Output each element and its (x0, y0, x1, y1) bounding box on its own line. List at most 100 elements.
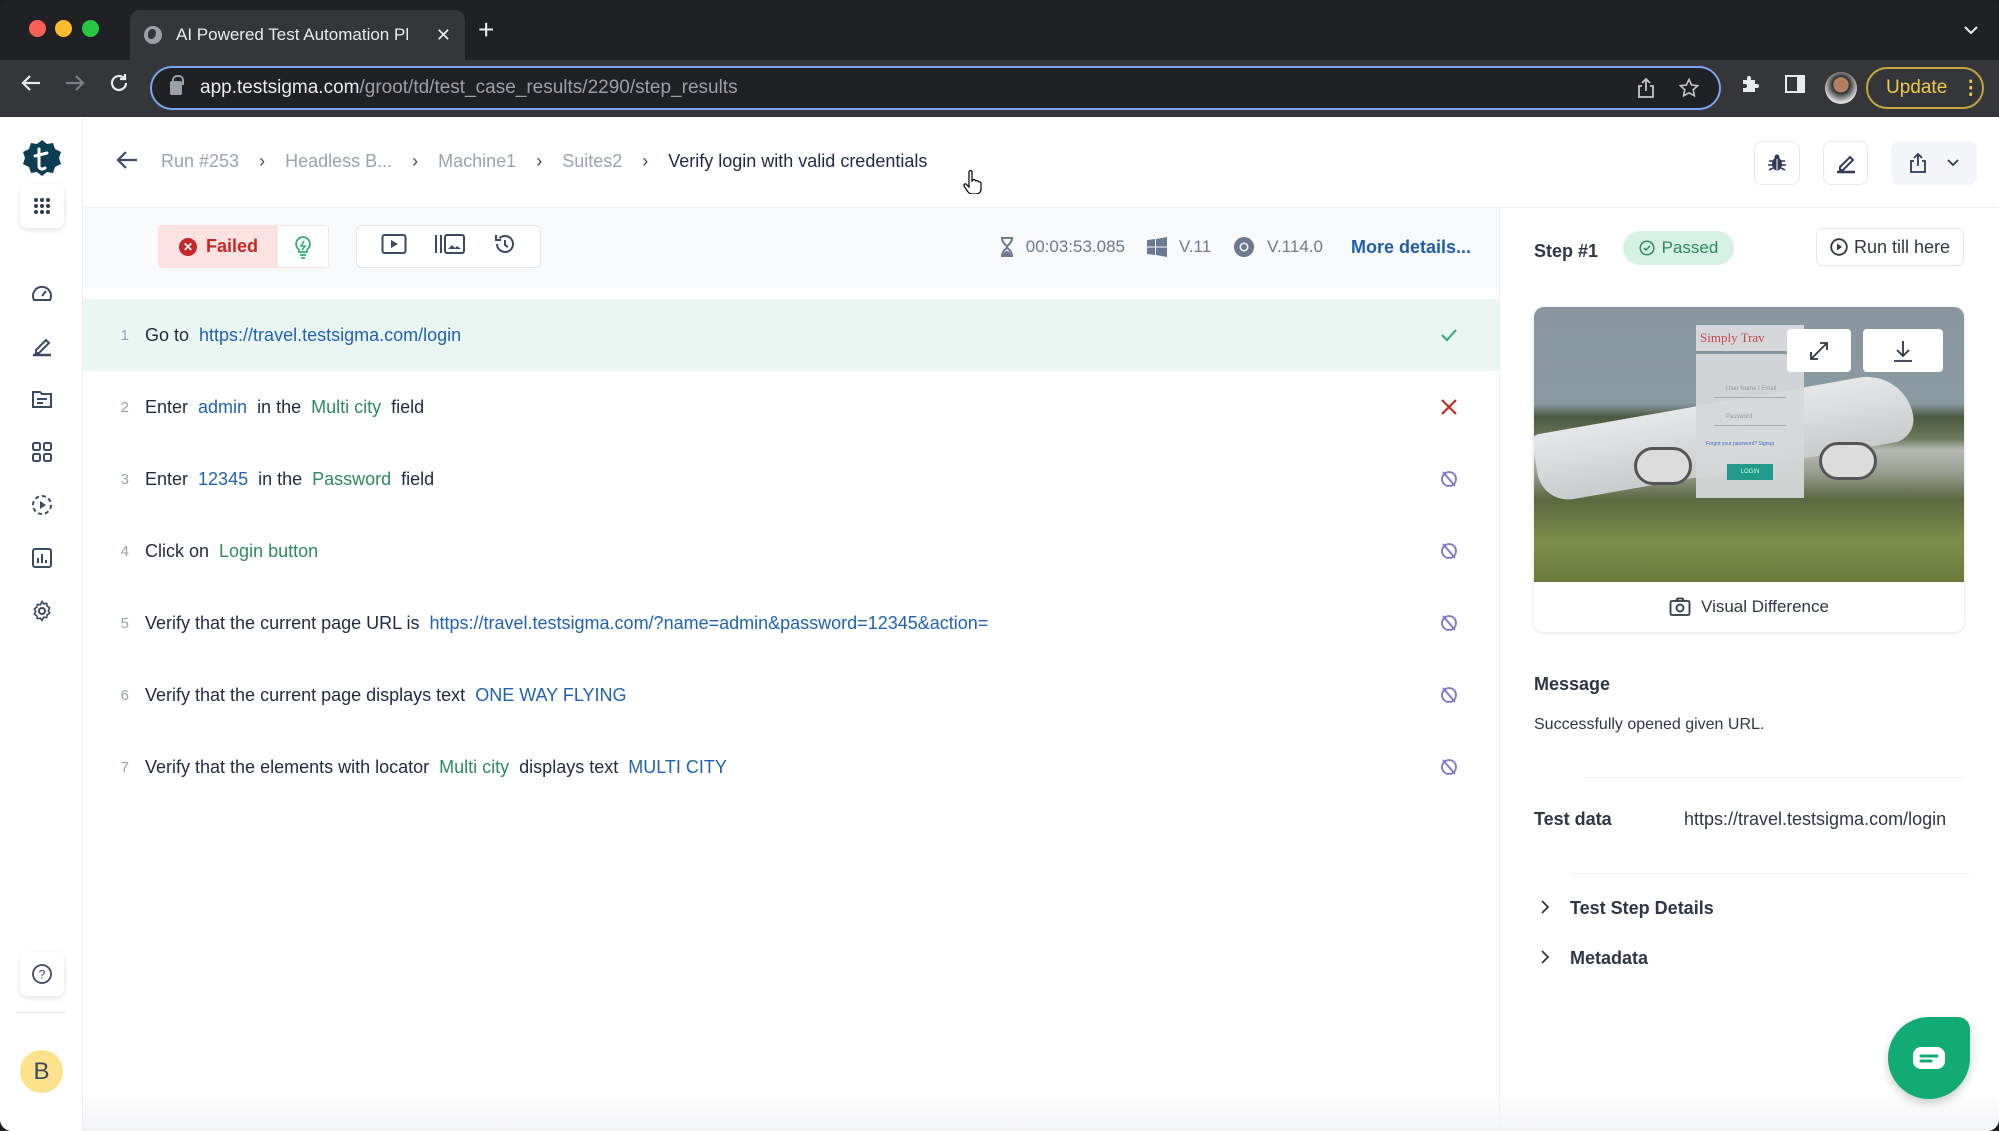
back-icon[interactable] (20, 72, 42, 102)
step-test-data[interactable]: MULTI CITY (628, 757, 727, 778)
testsigma-logo-icon[interactable] (22, 139, 62, 179)
sidebar-item-test-data[interactable] (20, 377, 64, 421)
report-bug-button[interactable] (1754, 141, 1800, 185)
profile-avatar[interactable] (1825, 72, 1857, 104)
lock-icon (170, 75, 184, 95)
chevron-right-icon: › (259, 151, 266, 171)
user-avatar[interactable]: B (20, 1050, 63, 1093)
sidebar-item-runs[interactable] (20, 483, 64, 527)
chat-support-button[interactable] (1888, 1017, 1970, 1099)
ai-insights-button[interactable] (278, 226, 329, 267)
bookmark-star-icon[interactable] (1678, 77, 1700, 104)
sidebar-item-reports[interactable] (20, 536, 64, 580)
step-test-data[interactable]: 12345 (198, 469, 248, 490)
x-circle-icon: ✕ (179, 237, 197, 256)
test-step-row[interactable]: 1 Go to https://travel.testsigma.com/login (83, 299, 1499, 371)
sidebar-item-apps[interactable] (20, 184, 64, 228)
update-button[interactable]: Update ⋮ (1866, 67, 1984, 109)
result-status-group: ✕ Failed (158, 225, 330, 268)
chevron-right-icon: › (642, 151, 649, 171)
step-test-data[interactable]: https://travel.testsigma.com/?name=admin… (429, 613, 988, 634)
sidebar-item-modules[interactable] (20, 430, 64, 474)
step-action-text: field (391, 396, 425, 417)
run-play-icon (32, 495, 52, 515)
side-panel-icon[interactable] (1785, 74, 1805, 100)
breadcrumb-suite[interactable]: Suites2 (562, 151, 622, 172)
maximize-window-button[interactable] (82, 20, 99, 37)
run-till-here-button[interactable]: Run till here (1816, 228, 1964, 266)
result-toolbar: ✕ Failed 00:03:53.085 V.11 V.114.0 More … (83, 208, 1499, 288)
pencil-icon (33, 338, 51, 357)
visual-difference-label: Visual Difference (1701, 597, 1829, 616)
test-step-row[interactable]: 7 Verify that the elements with locator Mu… (83, 731, 1499, 803)
step-element[interactable]: Multi city (311, 397, 381, 418)
run-till-here-label: Run till here (1853, 236, 1951, 257)
step-test-data[interactable]: ONE WAY FLYING (475, 685, 626, 706)
testsigma-app: ? B Run #253 › Headless B... › Machine1 … (0, 117, 1999, 1131)
reload-icon[interactable] (108, 72, 130, 102)
minimize-window-button[interactable] (55, 20, 72, 37)
breadcrumb-environment[interactable]: Headless B... (285, 151, 392, 172)
video-play-icon[interactable] (381, 233, 407, 260)
sidebar-item-create-tests[interactable] (20, 324, 64, 368)
failed-status-badge[interactable]: ✕ Failed (159, 226, 279, 267)
test-step-row[interactable]: 3 Enter 12345 in the Password field (83, 443, 1499, 515)
address-bar[interactable]: app.testsigma.com/groot/td/test_case_res… (150, 66, 1721, 110)
more-details-link[interactable]: More details... (1351, 237, 1471, 258)
step-test-data[interactable]: admin (198, 397, 247, 418)
download-screenshot-button[interactable] (1863, 329, 1943, 372)
history-icon[interactable] (493, 232, 517, 261)
step-status-label: Passed (1661, 238, 1719, 257)
breadcrumb: Run #253 › Headless B... › Machine1 › Su… (161, 151, 927, 172)
sidebar-item-settings[interactable] (20, 589, 64, 633)
step-action-text: field (401, 468, 435, 489)
step-element[interactable]: Multi city (439, 757, 509, 778)
check-circle-icon (1639, 240, 1655, 256)
test-step-row[interactable]: 2 Enter admin in the Multi city field (83, 371, 1499, 443)
failed-label: Failed (206, 236, 259, 256)
back-arrow-icon[interactable] (115, 147, 139, 178)
help-button[interactable]: ? (20, 952, 64, 996)
step-element[interactable]: Password (312, 469, 391, 490)
close-tab-icon[interactable]: ✕ (436, 25, 451, 46)
tab-search-chevron-icon[interactable] (1963, 22, 1979, 40)
step-element[interactable]: Login button (219, 541, 318, 562)
sidebar-divider (16, 1012, 66, 1013)
forward-icon[interactable] (64, 72, 86, 102)
test-data-label: Test data (1534, 809, 1612, 829)
new-tab-button[interactable]: + (478, 16, 494, 44)
update-label: Update (1886, 77, 1948, 98)
extensions-puzzle-icon[interactable] (1740, 74, 1760, 100)
hand-cursor-icon (963, 169, 983, 200)
screenshots-gallery-icon[interactable] (434, 233, 466, 260)
bar-chart-icon (32, 548, 52, 568)
breadcrumb-run[interactable]: Run #253 (161, 151, 239, 172)
visual-difference-button[interactable]: Visual Difference (1534, 582, 1964, 632)
test-step-row[interactable]: 4 Click on Login button (83, 515, 1499, 587)
edit-test-case-button[interactable] (1823, 141, 1868, 185)
share-icon[interactable] (1637, 77, 1655, 104)
chevron-down-icon (1947, 159, 1959, 167)
browser-tab[interactable]: AI Powered Test Automation Pl ✕ (130, 10, 465, 60)
test-step-row[interactable]: 5 Verify that the current page URL is http… (83, 587, 1499, 659)
step-action-text: Go to (145, 324, 190, 345)
chevron-right-icon: › (412, 151, 419, 171)
download-icon (1894, 340, 1912, 362)
step-test-data[interactable]: https://travel.testsigma.com/login (199, 325, 461, 346)
breadcrumb-machine[interactable]: Machine1 (438, 151, 516, 172)
step-screenshot[interactable]: Simply Trav User Name / Email Password F… (1534, 307, 1964, 582)
share-export-button[interactable] (1891, 141, 1977, 185)
close-window-button[interactable] (29, 20, 46, 37)
metadata-expander[interactable]: Metadata (1540, 948, 1648, 969)
screenshot-login-card: User Name / Email Password Forgot your p… (1696, 354, 1804, 498)
step-number: 5 (120, 614, 129, 632)
test-step-row[interactable]: 6 Verify that the current page displays t… (83, 659, 1499, 731)
breadcrumb-current-test-case[interactable]: Verify login with valid credentials (668, 151, 927, 172)
step-action-text: Click on (145, 540, 210, 561)
bug-icon (1768, 154, 1786, 171)
step-action-text: Verify that the elements with locator (145, 756, 430, 777)
test-step-details-expander[interactable]: Test Step Details (1540, 898, 1714, 919)
expand-screenshot-button[interactable] (1787, 329, 1851, 372)
step-action-text: Enter (145, 396, 189, 417)
sidebar-item-dashboard[interactable] (20, 271, 64, 315)
